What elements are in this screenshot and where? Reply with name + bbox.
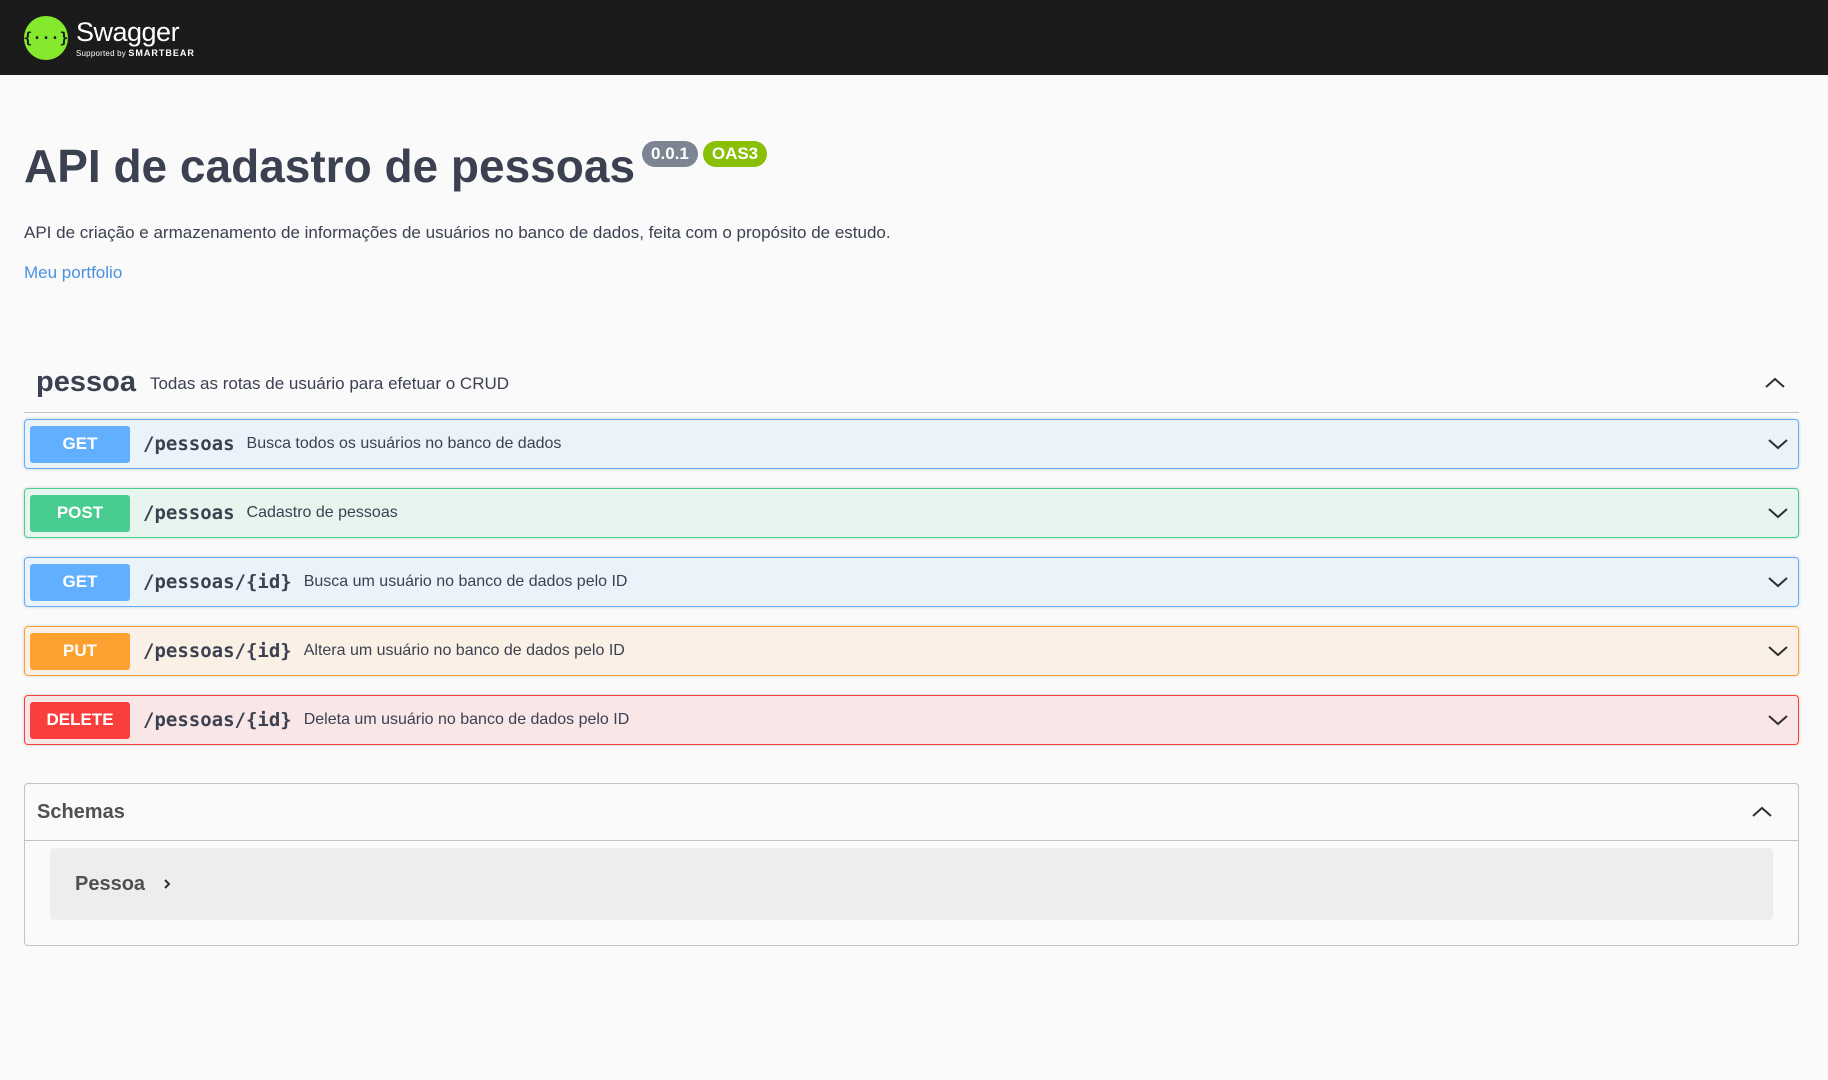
topbar: {···} Swagger Supported by SMARTBEAR: [0, 0, 1828, 75]
swagger-logo-icon: {···}: [23, 15, 69, 60]
schemas-section: Schemas Pessoa: [24, 783, 1799, 946]
chevron-down-icon[interactable]: [1766, 708, 1790, 732]
api-info: API de cadastro de pessoas 0.0.1 OAS3 AP…: [24, 75, 1799, 283]
schemas-title: Schemas: [37, 800, 125, 823]
operation-post-pessoas[interactable]: POST /pessoas Cadastro de pessoas: [24, 488, 1799, 538]
version-badge: 0.0.1: [642, 141, 698, 167]
chevron-down-icon[interactable]: [1766, 570, 1790, 594]
logo-text: Swagger Supported by SMARTBEAR: [76, 18, 195, 58]
operations-list: GET /pessoas Busca todos os usuários no …: [24, 413, 1799, 745]
swagger-logo[interactable]: {···} Swagger Supported by SMARTBEAR: [23, 15, 195, 60]
operation-put-pessoa-by-id[interactable]: PUT /pessoas/{id} Altera um usuário no b…: [24, 626, 1799, 676]
logo-title: Swagger: [76, 16, 180, 47]
operation-get-pessoa-by-id[interactable]: GET /pessoas/{id} Busca um usuário no ba…: [24, 557, 1799, 607]
method-badge: PUT: [30, 632, 130, 670]
chevron-up-icon[interactable]: [1763, 371, 1787, 395]
method-badge: DELETE: [30, 701, 130, 739]
api-title: API de cadastro de pessoas: [24, 140, 636, 192]
logo-sub-prefix: Supported by: [76, 48, 129, 58]
method-badge: GET: [30, 563, 130, 601]
operation-get-pessoas[interactable]: GET /pessoas Busca todos os usuários no …: [24, 419, 1799, 469]
operation-summary: Busca todos os usuários no banco de dado…: [246, 435, 562, 452]
model-pessoa[interactable]: Pessoa: [50, 848, 1773, 920]
tag-section-pessoa: pessoa Todas as rotas de usuário para ef…: [24, 353, 1799, 745]
operation-path: /pessoas: [143, 433, 235, 455]
chevron-down-icon[interactable]: [1766, 501, 1790, 525]
operation-path: /pessoas/{id}: [143, 640, 292, 662]
schemas-header[interactable]: Schemas: [25, 784, 1798, 841]
tag-name: pessoa: [36, 366, 136, 398]
operation-path: /pessoas/{id}: [143, 571, 292, 593]
chevron-right-icon[interactable]: [159, 876, 175, 892]
method-badge: POST: [30, 494, 130, 532]
chevron-down-icon[interactable]: [1766, 432, 1790, 456]
portfolio-link[interactable]: Meu portfolio: [24, 263, 122, 283]
api-description: API de criação e armazenamento de inform…: [24, 223, 891, 242]
operation-summary: Altera um usuário no banco de dados pelo…: [303, 642, 625, 659]
operation-summary: Busca um usuário no banco de dados pelo …: [303, 573, 628, 590]
operation-path: /pessoas/{id}: [143, 709, 292, 731]
logo-sub-brand: SMARTBEAR: [128, 47, 195, 58]
chevron-down-icon[interactable]: [1766, 639, 1790, 663]
chevron-up-icon[interactable]: [1750, 800, 1774, 824]
operation-summary: Deleta um usuário no banco de dados pelo…: [303, 711, 630, 728]
main-wrapper: API de cadastro de pessoas 0.0.1 OAS3 AP…: [0, 75, 1828, 946]
operation-path: /pessoas: [143, 502, 235, 524]
schemas-body: Pessoa: [25, 841, 1798, 945]
method-badge: GET: [30, 425, 130, 463]
title-row: API de cadastro de pessoas 0.0.1 OAS3: [24, 141, 1799, 191]
tag-header[interactable]: pessoa Todas as rotas de usuário para ef…: [24, 353, 1799, 413]
logo-subtitle: Supported by SMARTBEAR: [76, 48, 195, 58]
oas-badge: OAS3: [702, 141, 768, 167]
operation-summary: Cadastro de pessoas: [246, 504, 398, 521]
tag-description: Todas as rotas de usuário para efetuar o…: [149, 373, 510, 393]
model-name: Pessoa: [75, 872, 146, 895]
operation-delete-pessoa-by-id[interactable]: DELETE /pessoas/{id} Deleta um usuário n…: [24, 695, 1799, 745]
